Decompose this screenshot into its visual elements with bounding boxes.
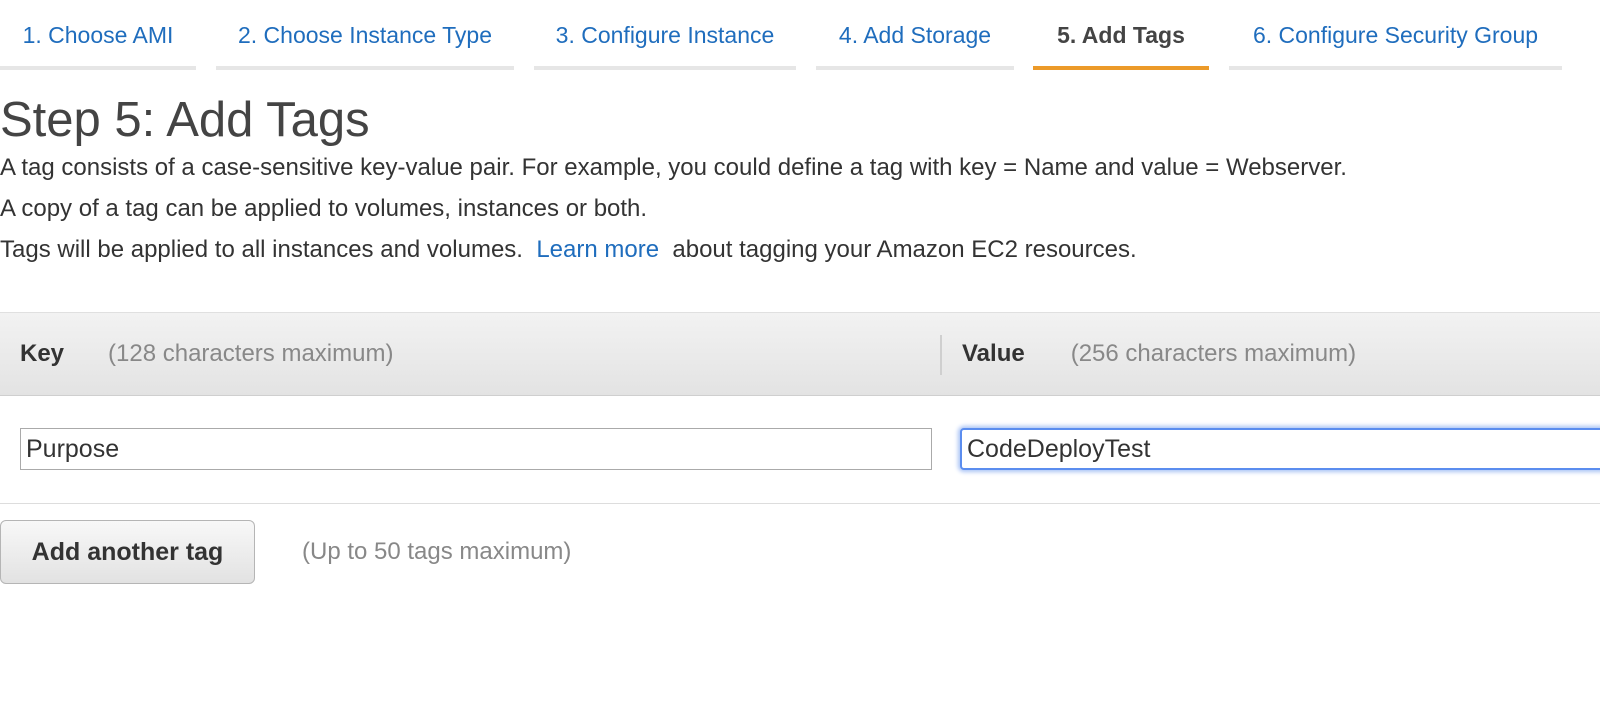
- tab-label: 3. Configure Instance: [555, 22, 775, 48]
- tab-underline: [216, 66, 514, 70]
- tab-choose-ami[interactable]: 1. Choose AMI: [0, 0, 196, 70]
- tag-value-input[interactable]: [960, 428, 1600, 470]
- column-divider: [940, 335, 942, 375]
- learn-more-link[interactable]: Learn more: [536, 236, 659, 263]
- tab-configure-security-group[interactable]: 6. Configure Security Group: [1229, 0, 1562, 70]
- tab-choose-instance-type[interactable]: 2. Choose Instance Type: [216, 0, 514, 70]
- tab-configure-instance[interactable]: 3. Configure Instance: [534, 0, 796, 70]
- description-line-3: Tags will be applied to all instances an…: [0, 236, 1137, 264]
- key-header-hint: (128 characters maximum): [108, 340, 394, 367]
- tab-label: 5. Add Tags: [1057, 22, 1185, 48]
- tab-underline-active: [1033, 66, 1209, 70]
- description-line-3-after: about tagging your Amazon EC2 resources.: [672, 236, 1137, 263]
- tag-table-header: Key (128 characters maximum) Value (256 ch…: [0, 312, 1600, 396]
- description-line-1: A tag consists of a case-sensitive key-v…: [0, 154, 1347, 181]
- tab-label: 1. Choose AMI: [22, 22, 174, 48]
- tab-label: 2. Choose Instance Type: [237, 22, 493, 48]
- value-header-hint: (256 characters maximum): [1070, 340, 1357, 367]
- wizard-tabs: 1. Choose AMI 2. Choose Instance Type 3.…: [0, 0, 1600, 70]
- key-column-header: Key (128 characters maximum): [20, 340, 393, 368]
- tab-add-tags[interactable]: 5. Add Tags: [1033, 0, 1209, 70]
- tab-underline: [534, 66, 796, 70]
- value-header-label: Value: [962, 340, 1025, 367]
- tab-underline: [816, 66, 1014, 70]
- description-line-2: A copy of a tag can be applied to volume…: [0, 195, 648, 222]
- page-title: Step 5: Add Tags: [0, 93, 370, 147]
- description-line-3-before: Tags will be applied to all instances an…: [0, 236, 523, 263]
- tag-key-input[interactable]: [20, 428, 932, 470]
- value-column-header: Value (256 characters maximum): [962, 340, 1356, 368]
- add-another-tag-button[interactable]: Add another tag: [0, 520, 255, 584]
- tab-add-storage[interactable]: 4. Add Storage: [816, 0, 1014, 70]
- tab-label: 4. Add Storage: [838, 22, 992, 48]
- tag-limit-note: (Up to 50 tags maximum): [302, 538, 572, 565]
- tab-label: 6. Configure Security Group: [1252, 22, 1539, 48]
- tab-underline: [1229, 66, 1562, 70]
- tab-underline: [0, 66, 196, 70]
- key-header-label: Key: [20, 340, 65, 367]
- tag-row: [0, 396, 1600, 504]
